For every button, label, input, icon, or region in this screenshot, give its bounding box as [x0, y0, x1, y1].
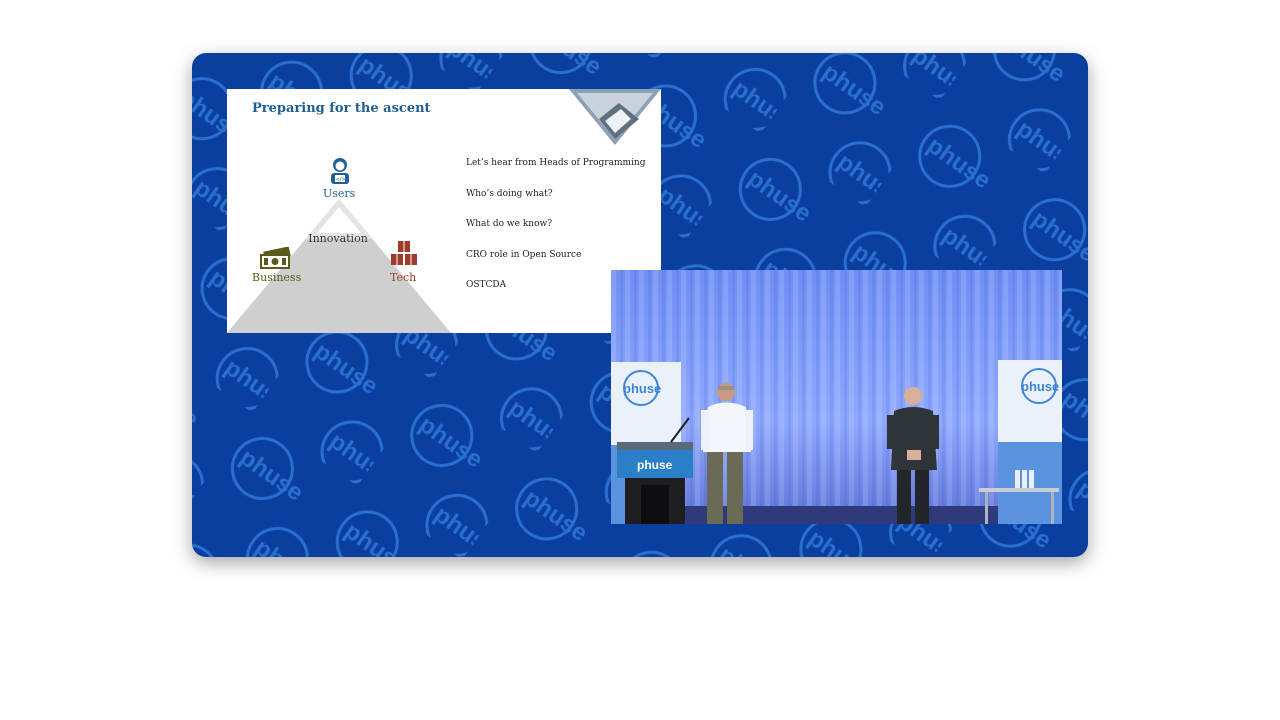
- svg-text:phuse: phuse: [623, 381, 661, 396]
- mountain-photo-thumbnail: [569, 89, 661, 145]
- agenda-item: Who’s doing what?: [466, 188, 553, 199]
- pyramid-label-users: Users: [323, 187, 356, 200]
- cubes-icon: [391, 241, 417, 265]
- agenda-item: Let’s hear from Heads of Programming: [466, 158, 646, 168]
- money-icon: [260, 247, 291, 269]
- speaker-video-feed: phuse phuse phuse: [611, 270, 1062, 524]
- presentation-stage: phuse phuse Preparing for the ascent </: [192, 53, 1088, 557]
- pyramid-label-tech: Tech: [390, 271, 417, 284]
- pyramid-label-business: Business: [252, 271, 302, 284]
- svg-text:phuse: phuse: [1021, 379, 1059, 394]
- agenda-item: What do we know?: [466, 219, 553, 229]
- user-developer-icon: </>: [331, 158, 349, 184]
- svg-text:</>: </>: [336, 177, 345, 183]
- slide-title: Preparing for the ascent: [252, 101, 431, 116]
- slide-panel: Preparing for the ascent </> Users Busin…: [227, 89, 661, 333]
- pyramid-label-innovation: Innovation: [308, 232, 368, 245]
- svg-text:phuse: phuse: [637, 458, 673, 472]
